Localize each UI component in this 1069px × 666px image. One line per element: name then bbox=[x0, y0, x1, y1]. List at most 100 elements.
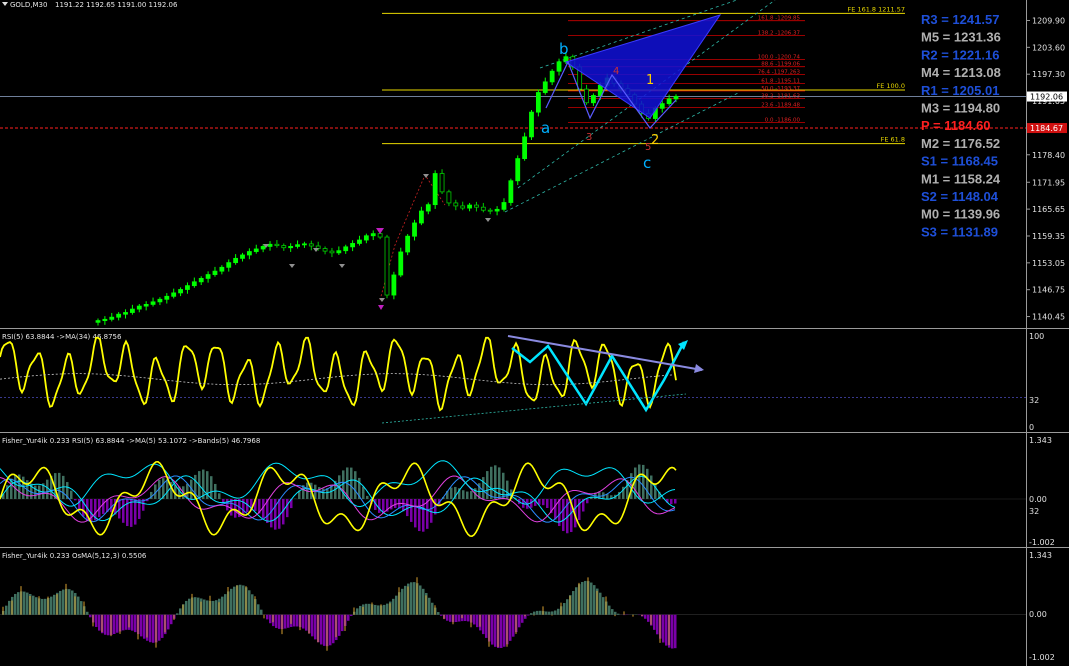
pivot-price-label: 1184.67 bbox=[1030, 124, 1063, 133]
osma-histogram-bar bbox=[158, 614, 161, 641]
fisher-histogram-bar bbox=[490, 466, 493, 499]
candle-body bbox=[102, 318, 108, 322]
osma-histogram-bar bbox=[539, 610, 542, 615]
pivot-level-label: R1 = 1205.01 bbox=[921, 83, 999, 98]
osma-histogram-bar bbox=[131, 614, 134, 631]
osma-histogram-bar bbox=[284, 614, 287, 629]
osma-histogram-bar bbox=[602, 597, 605, 615]
osma-histogram-bar bbox=[26, 592, 29, 615]
fibo-retracement-label: 88.6 -1199.06 bbox=[761, 62, 800, 68]
osma-histogram-bar bbox=[278, 614, 281, 629]
osma-histogram-bar bbox=[590, 582, 593, 615]
candle-body bbox=[405, 235, 411, 253]
pivot-level-label: R3 = 1241.57 bbox=[921, 12, 999, 27]
fisher-histogram-bar bbox=[542, 498, 545, 506]
osma-histogram-bar bbox=[62, 589, 65, 615]
symbol-title: GOLD,M30 bbox=[10, 1, 47, 9]
fisher-histogram-bar bbox=[670, 498, 673, 505]
osma-histogram-bar bbox=[446, 614, 449, 621]
candle-body bbox=[439, 173, 445, 193]
chart-window: GOLD,M30 1191.22 1192.65 1191.00 1192.06… bbox=[0, 0, 1069, 666]
candle-body bbox=[226, 262, 232, 268]
wave-label-5: 5 bbox=[645, 142, 651, 153]
candle-body bbox=[515, 158, 521, 182]
fisher-histogram-bar bbox=[34, 485, 37, 499]
candle-body bbox=[123, 312, 128, 315]
osma-histogram-bar bbox=[500, 614, 503, 649]
osma-histogram-bar bbox=[293, 614, 296, 627]
osma-histogram-bar bbox=[404, 585, 407, 615]
fisher-histogram-bar bbox=[418, 498, 421, 532]
osma-histogram-bar bbox=[533, 611, 536, 615]
candle-body bbox=[150, 301, 156, 305]
osma-histogram-bar bbox=[125, 614, 128, 630]
osma-histogram-bar bbox=[647, 614, 650, 622]
osma-histogram-bar bbox=[248, 590, 251, 615]
osma-histogram-bar bbox=[617, 613, 620, 615]
fisher-histogram-bar bbox=[354, 471, 357, 499]
osma-histogram-bar bbox=[449, 614, 452, 622]
osma-histogram-bar bbox=[428, 597, 431, 615]
candle-body bbox=[116, 313, 122, 318]
candle-body bbox=[377, 233, 383, 238]
candle-body bbox=[584, 88, 589, 104]
osma-histogram-bar bbox=[653, 614, 656, 630]
fisher1-level-zero: 0.00 bbox=[1029, 495, 1047, 504]
candle-body bbox=[295, 244, 300, 247]
candle-body bbox=[109, 316, 115, 320]
candle-body bbox=[260, 246, 266, 250]
fisher2-level-bottom: -1.002 bbox=[1029, 653, 1055, 662]
osma-histogram-bar bbox=[305, 614, 308, 631]
fisher-histogram-bar bbox=[130, 498, 133, 527]
price-tick-label: 1165.65 bbox=[1032, 205, 1065, 214]
fisher-histogram-bar bbox=[202, 469, 205, 499]
fibo-expansion-label: FE 100.0 bbox=[876, 82, 905, 90]
price-tick-label: 1203.60 bbox=[1032, 43, 1065, 52]
candle-body bbox=[549, 70, 555, 83]
candle-body bbox=[302, 243, 307, 246]
fisher-histogram-bar bbox=[470, 491, 473, 499]
osma-histogram-bar bbox=[104, 614, 107, 635]
osma-histogram-bar bbox=[203, 599, 206, 615]
fibo-retracement-label: 100.0 -1200.74 bbox=[758, 55, 801, 61]
fisher-histogram-bar bbox=[674, 498, 677, 504]
osma-histogram-bar bbox=[116, 614, 119, 633]
wave-label-1: 1 bbox=[646, 73, 654, 88]
osma-histogram-bar bbox=[464, 614, 467, 621]
osma-histogram-bar bbox=[365, 603, 368, 615]
fisher-rsi-pane-title: Fisher_Yur4ik 0.233 RSI(5) 63.8844 ->MA(… bbox=[2, 437, 260, 445]
osma-histogram-bar bbox=[167, 614, 170, 630]
candle-body bbox=[425, 204, 431, 212]
candle-body bbox=[143, 304, 149, 307]
osma-histogram-bar bbox=[98, 614, 101, 631]
osma-histogram-bar bbox=[644, 614, 647, 619]
candle-body bbox=[522, 136, 528, 160]
fisher-histogram-bar bbox=[414, 498, 417, 528]
fisher-histogram-bar bbox=[466, 491, 469, 499]
osma-histogram-bar bbox=[86, 611, 89, 615]
osma-histogram-bar bbox=[170, 614, 173, 625]
osma-histogram-bar bbox=[341, 614, 344, 632]
pivot-level-label: S2 = 1148.04 bbox=[921, 189, 999, 204]
candle-body bbox=[467, 204, 472, 209]
fisher-histogram-bar bbox=[546, 498, 549, 509]
osma-histogram-bar bbox=[512, 614, 515, 637]
candle-body bbox=[419, 210, 424, 224]
osma-histogram-bar bbox=[212, 600, 215, 615]
osma-histogram-bar bbox=[296, 614, 299, 627]
fisher-histogram-bar bbox=[362, 486, 365, 499]
osma-histogram-bar bbox=[95, 614, 98, 627]
osma-histogram-bar bbox=[548, 611, 551, 615]
candle-body bbox=[246, 251, 252, 256]
candle-body bbox=[673, 95, 679, 100]
candle-body bbox=[591, 95, 596, 104]
candle-body bbox=[185, 285, 190, 290]
osma-histogram-bar bbox=[566, 599, 569, 615]
pivot-level-label: M1 = 1158.24 bbox=[921, 171, 1001, 186]
candle-body bbox=[370, 233, 376, 237]
candle-body bbox=[336, 250, 342, 254]
osma-histogram-bar bbox=[518, 614, 521, 628]
osma-histogram-bar bbox=[494, 614, 497, 647]
osma-histogram-bar bbox=[347, 614, 350, 621]
osma-histogram-bar bbox=[482, 614, 485, 635]
